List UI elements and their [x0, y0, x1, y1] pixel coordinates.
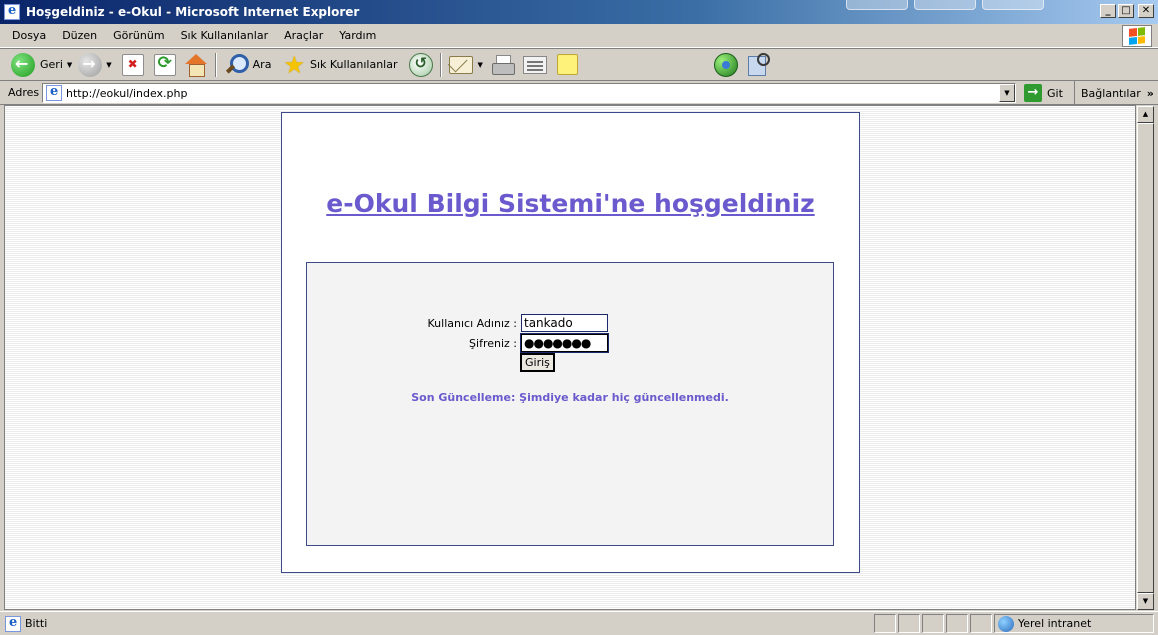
print-button[interactable]: [488, 51, 518, 79]
links-label: Bağlantılar: [1081, 86, 1141, 100]
stop-icon: [121, 53, 144, 76]
refresh-button[interactable]: [151, 51, 179, 79]
maximize-button[interactable]: □: [1118, 4, 1134, 18]
edit-button[interactable]: [520, 51, 550, 79]
menu-help[interactable]: Yardım: [331, 29, 384, 42]
login-button[interactable]: Giriş: [520, 353, 555, 372]
refresh-icon: [153, 53, 176, 76]
mail-icon: [449, 55, 474, 74]
page-icon: [46, 84, 62, 101]
messenger-icon: [713, 52, 738, 77]
username-label: Kullanıcı Adınız :: [427, 316, 518, 330]
status-panel: [970, 614, 992, 633]
toolbar-separator: [214, 52, 217, 77]
history-icon: [409, 52, 434, 77]
menu-bar: Dosya Düzen Görünüm Sık Kullanılanlar Ar…: [0, 24, 1158, 48]
forward-arrow-icon: [78, 52, 103, 77]
research-icon: [746, 52, 770, 77]
address-dropdown-icon[interactable]: ▼: [999, 84, 1015, 102]
back-label: Geri: [40, 58, 63, 71]
zone-label: Yerel intranet: [1018, 617, 1092, 630]
favorites-label: Sık Kullanılanlar: [309, 58, 398, 71]
stop-button[interactable]: [119, 51, 147, 79]
status-panel: [922, 614, 944, 633]
menu-view[interactable]: Görünüm: [105, 29, 172, 42]
window-controls: _ □ ✕: [1100, 4, 1154, 18]
page-title[interactable]: e-Okul Bilgi Sistemi'ne hoşgeldiniz: [282, 189, 859, 218]
search-icon: [224, 53, 249, 77]
windows-logo-icon: [1122, 25, 1152, 47]
vertical-scrollbar[interactable]: ▲ ▼: [1136, 106, 1154, 610]
go-arrow-icon: →: [1024, 84, 1042, 102]
address-field[interactable]: http://eokul/index.php ▼: [42, 83, 1016, 103]
history-button[interactable]: [406, 51, 436, 79]
close-button[interactable]: ✕: [1138, 4, 1154, 18]
standard-toolbar: Geri ▼ ▼ Ara ★ Sık Kullanılanlar ▼: [0, 48, 1158, 81]
menu-edit[interactable]: Düzen: [54, 29, 105, 42]
username-input[interactable]: tankado: [521, 314, 608, 332]
back-button[interactable]: Geri ▼: [8, 51, 75, 79]
back-arrow-icon: [11, 52, 35, 77]
address-url[interactable]: http://eokul/index.php: [66, 87, 188, 100]
links-chevron-icon[interactable]: »: [1147, 87, 1154, 100]
status-panel: [874, 614, 896, 633]
forward-button[interactable]: ▼: [75, 51, 114, 79]
favorites-button[interactable]: ★ Sık Kullanılanlar: [280, 51, 400, 79]
edit-icon: [522, 55, 547, 74]
page-container: e-Okul Bilgi Sistemi'ne hoşgeldiniz Kull…: [281, 112, 860, 573]
search-label: Ara: [252, 58, 272, 71]
sticky-note-icon: [556, 54, 578, 75]
title-bar: Hoşgeldiniz - e-Okul - Microsoft Interne…: [0, 0, 1158, 24]
status-panel: [946, 614, 968, 633]
scroll-thumb[interactable]: [1137, 123, 1154, 593]
favorites-star-icon: ★: [283, 50, 305, 79]
links-toolbar[interactable]: Bağlantılar »: [1074, 81, 1154, 105]
mail-dropdown-icon[interactable]: ▼: [477, 61, 482, 69]
mail-button[interactable]: ▼: [446, 51, 485, 79]
status-panels: [874, 614, 994, 633]
status-bar: Bitti Yerel intranet: [0, 611, 1158, 635]
back-dropdown-icon[interactable]: ▼: [67, 61, 72, 69]
scroll-up-icon[interactable]: ▲: [1137, 106, 1154, 123]
address-bar: Adres http://eokul/index.php ▼ → Git Bağ…: [0, 81, 1158, 105]
search-button[interactable]: Ara: [221, 51, 275, 79]
password-row: Şifreniz : ●●●●●●●: [321, 333, 609, 353]
minimize-button[interactable]: _: [1100, 4, 1116, 18]
research-button[interactable]: [743, 51, 773, 79]
status-page-icon: [5, 615, 21, 632]
go-button[interactable]: → Git: [1024, 84, 1063, 102]
taskbar-ghost-buttons: [846, 0, 1044, 10]
username-row: Kullanıcı Adınız : tankado: [321, 314, 608, 332]
go-label: Git: [1047, 86, 1063, 100]
home-button[interactable]: [181, 51, 211, 79]
security-zone[interactable]: Yerel intranet: [994, 614, 1154, 633]
status-panel: [898, 614, 920, 633]
address-label: Adres: [8, 86, 40, 99]
password-label: Şifreniz :: [469, 336, 517, 350]
password-input[interactable]: ●●●●●●●: [520, 333, 609, 353]
ie-page-icon[interactable]: [4, 3, 20, 20]
print-icon: [491, 54, 515, 75]
last-update-text: Son Güncelleme: Şimdiye kadar hiç güncel…: [411, 391, 729, 404]
status-text: Bitti: [25, 617, 48, 630]
toolbar-separator: [440, 52, 443, 77]
window-title: Hoşgeldiniz - e-Okul - Microsoft Interne…: [26, 5, 360, 19]
menu-tools[interactable]: Araçlar: [276, 29, 331, 42]
menu-favorites[interactable]: Sık Kullanılanlar: [173, 29, 277, 42]
intranet-globe-icon: [998, 615, 1014, 632]
notes-button[interactable]: [554, 51, 581, 79]
menu-file[interactable]: Dosya: [0, 29, 54, 42]
scroll-down-icon[interactable]: ▼: [1137, 593, 1154, 610]
forward-dropdown-icon[interactable]: ▼: [106, 61, 111, 69]
messenger-button[interactable]: [711, 51, 741, 79]
home-icon: [184, 53, 208, 77]
login-box: Kullanıcı Adınız : tankado Şifreniz : ●●…: [306, 262, 834, 546]
